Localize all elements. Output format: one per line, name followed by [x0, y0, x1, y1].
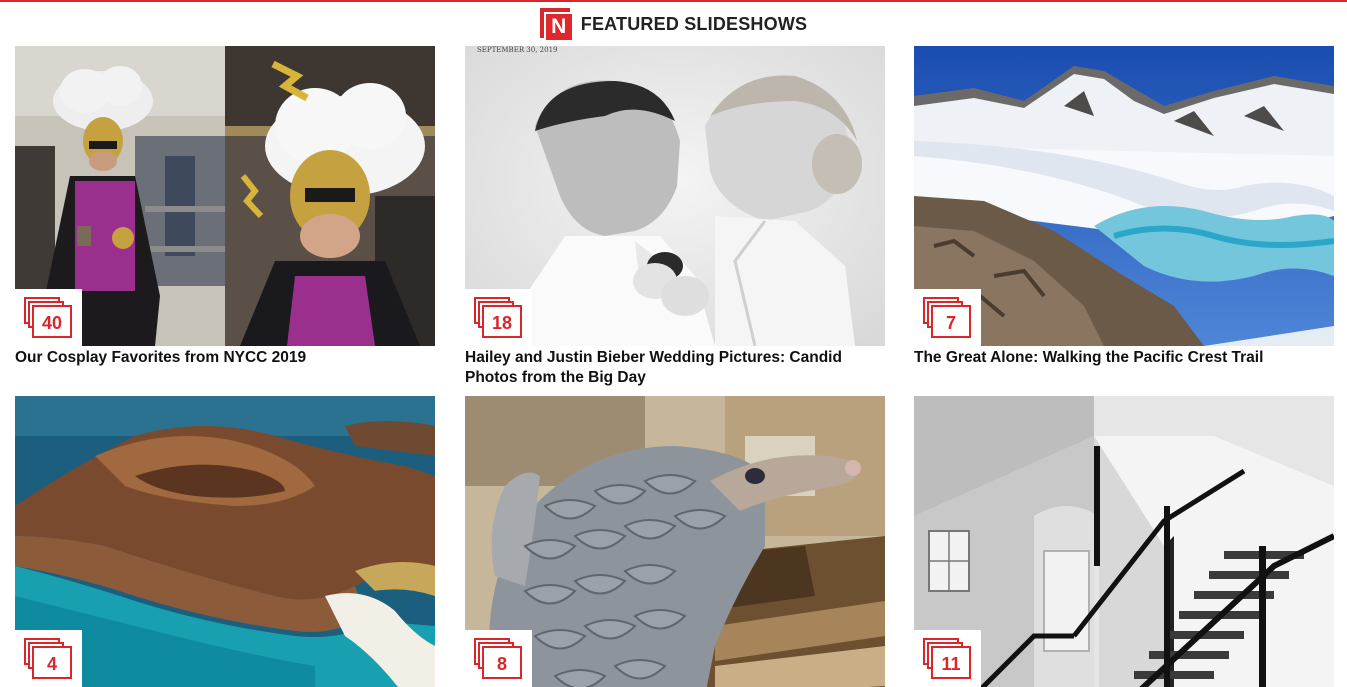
slideshow-thumbnail[interactable]: SEPTEMBER 30, 2019 18	[465, 46, 885, 346]
photo-count: 8	[496, 654, 507, 674]
slideshow-thumbnail[interactable]: 11	[914, 396, 1334, 687]
photo-count-badge: 8	[465, 630, 532, 687]
photo-date-text: SEPTEMBER 30, 2019	[477, 46, 557, 54]
slideshow-card-wedding[interactable]: SEPTEMBER 30, 2019 18 Hailey and Justin …	[465, 46, 885, 388]
photo-count-badge: 40	[15, 289, 82, 346]
slideshow-thumbnail[interactable]: 7	[914, 46, 1334, 346]
featured-slideshows-header: N FEATURED SLIDESHOWS	[0, 2, 1347, 46]
slideshow-title[interactable]: Our Cosplay Favorites from NYCC 2019	[15, 348, 435, 368]
photo-count-badge: 11	[914, 630, 981, 687]
slideshow-card-cosplay[interactable]: 40 Our Cosplay Favorites from NYCC 2019	[15, 46, 435, 368]
photo-count: 18	[491, 313, 513, 333]
photo-count-badge: 4	[15, 630, 82, 687]
slideshow-title[interactable]: Hailey and Justin Bieber Wedding Picture…	[465, 348, 885, 388]
slideshow-card-pacific-crest[interactable]: 7 The Great Alone: Walking the Pacific C…	[914, 46, 1334, 368]
photo-count: 4	[46, 654, 57, 674]
slideshow-thumbnail[interactable]: 40	[15, 46, 435, 346]
slideshow-card-island[interactable]: 4	[15, 396, 435, 687]
photo-count: 11	[941, 654, 961, 674]
slideshow-card-staircase[interactable]: 11	[914, 396, 1334, 687]
slideshow-thumbnail[interactable]: 4	[15, 396, 435, 687]
photo-count: 40	[41, 313, 63, 333]
logo-letter: N	[545, 14, 572, 40]
site-logo-icon[interactable]: N	[539, 8, 572, 40]
photo-count-badge: 7	[914, 289, 981, 346]
section-title: FEATURED SLIDESHOWS	[580, 13, 808, 34]
slideshow-card-pangolin[interactable]: 8	[465, 396, 885, 687]
photo-count: 7	[945, 313, 956, 333]
slideshow-thumbnail[interactable]: 8	[465, 396, 885, 687]
slideshow-title[interactable]: The Great Alone: Walking the Pacific Cre…	[914, 348, 1334, 368]
photo-count-badge: 18	[465, 289, 532, 346]
